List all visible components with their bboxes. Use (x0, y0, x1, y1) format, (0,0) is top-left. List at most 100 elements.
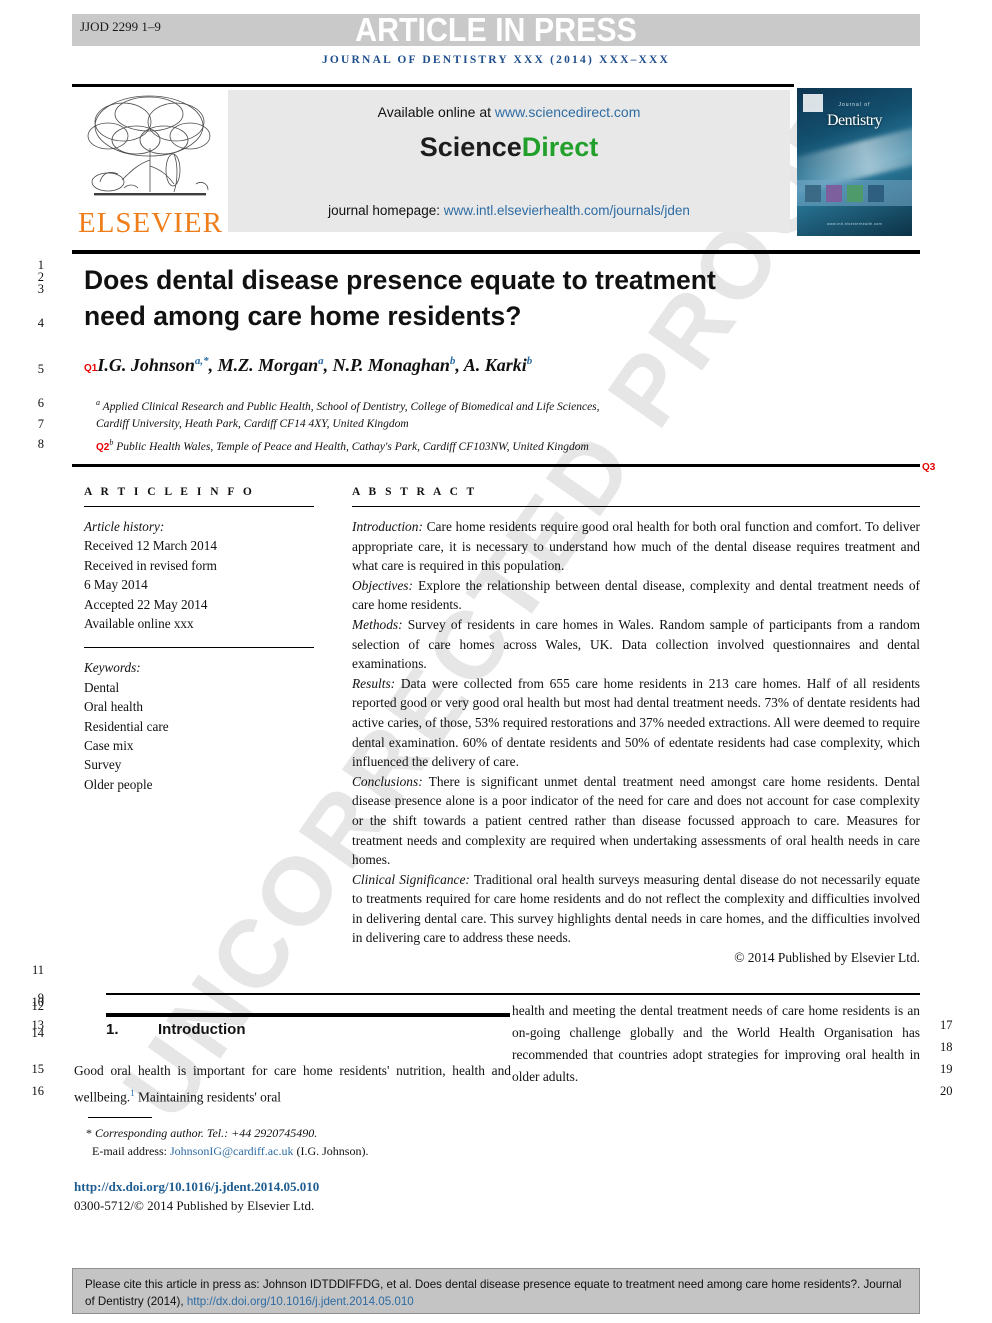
line-number: 11 (31, 963, 44, 977)
line-number: 16 (31, 1084, 45, 1098)
keyword-item: Dental (84, 679, 120, 695)
line-number: 6 (37, 396, 44, 410)
line-number: 18 (940, 1040, 953, 1054)
abstract-paragraph: Conclusions: There is significant unmet … (352, 772, 920, 870)
line-number: 14 (31, 1026, 45, 1040)
intro-thick-rule (106, 1013, 510, 1017)
abstract-top-rule (72, 464, 920, 467)
query-tag-q1[interactable]: Q1 (84, 363, 97, 374)
abstract-label: Introduction: (352, 519, 423, 534)
line-number: 15 (31, 1062, 45, 1076)
keyword-item: Oral health (84, 699, 143, 715)
journal-homepage-label: journal homepage: (328, 203, 440, 218)
article-info-column: A R T I C L E I N F O Article history: R… (84, 486, 314, 794)
keyword-item: Case mix (84, 738, 134, 754)
author-affil-mark-3: b (449, 355, 456, 367)
author-name-1: I.G. Johnson (97, 355, 195, 375)
sciencedirect-logo-direct: Direct (521, 132, 599, 162)
intro-thin-rule (106, 993, 920, 995)
cover-thumbnail-row (805, 185, 884, 202)
page-title-line-2: need among care home residents? (84, 301, 522, 331)
doi-block: http://dx.doi.org/10.1016/j.jdent.2014.0… (74, 1177, 574, 1215)
line-number: 20 (940, 1084, 953, 1098)
abstract-heading: A B S T R A C T (352, 486, 478, 498)
abstract-label: Objectives: (352, 577, 413, 593)
abstract-label: Conclusions: (352, 773, 423, 789)
sciencedirect-logo-science: Science (419, 132, 522, 162)
doi-link[interactable]: http://dx.doi.org/10.1016/j.jdent.2014.0… (74, 1177, 574, 1196)
abstract-body: Introduction: Care home residents requir… (352, 517, 920, 968)
cover-footer-url: www.intl.elsevierhealth.com (827, 222, 882, 226)
citation-text: Please cite this article in press as: Jo… (73, 1269, 919, 1310)
abstract-text: Data were collected from 655 care home r… (352, 675, 920, 770)
line-number: 17 (940, 1018, 953, 1032)
cover-thumb-4 (868, 185, 884, 202)
cover-subtitle: Journal of (838, 102, 871, 108)
page-title: Does dental disease presence equate to t… (84, 262, 784, 334)
footnote-star-mark: * (86, 1126, 92, 1140)
page-title-line-1: Does dental disease presence equate to t… (84, 265, 716, 295)
section-title: Introduction (158, 1021, 246, 1038)
line-number: 5 (37, 362, 44, 376)
corresponding-author-text: Corresponding author. Tel.: +44 29207454… (95, 1126, 318, 1140)
issn-copyright-line: 0300-5712/© 2014 Published by Elsevier L… (74, 1198, 315, 1213)
citation-box: Please cite this article in press as: Jo… (72, 1268, 920, 1314)
affiliation-b-mark: b (109, 438, 114, 447)
abstract-paragraph: Introduction: Care home residents requir… (352, 517, 920, 576)
abstract-label: Results: (352, 675, 396, 691)
cover-thumb-2 (826, 185, 842, 202)
corresponding-email-link[interactable]: JohnsonIG@cardiff.ac.uk (170, 1144, 293, 1158)
line-number: 8 (37, 437, 44, 451)
line-number: 3 (37, 282, 44, 296)
line-number: 7 (37, 417, 44, 431)
cover-title: Dentistry (826, 112, 883, 129)
affiliation-b-text: Public Health Wales, Temple of Peace and… (116, 440, 589, 453)
intro-left-text-cont: Maintaining residents' oral (134, 1089, 281, 1105)
email-suffix: (I.G. Johnson). (296, 1144, 369, 1158)
affiliation-a-line2: Cardiff University, Heath Park, Cardiff … (96, 417, 409, 430)
footnote-rule (88, 1117, 152, 1119)
journal-homepage-line: journal homepage: www.intl.elsevierhealt… (228, 203, 790, 218)
corresponding-author-footnote: * Corresponding author. Tel.: +44 292074… (86, 1124, 516, 1160)
abstract-text: Explore the relationship between dental … (352, 577, 920, 613)
available-online-label: Available online at (377, 104, 491, 120)
sciencedirect-url-link[interactable]: www.sciencedirect.com (495, 104, 641, 120)
section-number: 1. (106, 1021, 119, 1038)
line-number: 4 (37, 316, 44, 330)
email-label: E-mail address: (92, 1144, 167, 1158)
affiliation-a-mark: a (96, 398, 100, 407)
sciencedirect-logo: ScienceDirect (228, 132, 790, 163)
article-history-block: Article history: Received 12 March 2014 … (84, 517, 314, 633)
keyword-item: Residential care (84, 718, 169, 734)
available-online-line: Available online at www.sciencedirect.co… (228, 104, 790, 120)
article-in-press-banner: JJOD 2299 1–9 ARTICLE IN PRESS (72, 11, 920, 48)
article-page: UNCORRECTED PROOF JJOD 2299 1–9 ARTICLE … (0, 0, 992, 1323)
header-rule (72, 84, 794, 87)
keyword-item: Survey (84, 757, 122, 773)
author-name-2: M.Z. Morgan (217, 355, 319, 375)
citation-doi-link[interactable]: http://dx.doi.org/10.1016/j.jdent.2014.0… (187, 1295, 414, 1308)
author-affil-mark-4: b (526, 355, 533, 367)
abstract-copyright: © 2014 Published by Elsevier Ltd. (734, 950, 920, 966)
article-in-press-label: ARTICLE IN PRESS (355, 11, 637, 48)
history-item: Received 12 March 2014 (84, 538, 217, 554)
author-name-4: A. Karki (463, 355, 527, 375)
abstract-label: Methods: (352, 616, 403, 632)
article-history-label: Article history: (84, 519, 165, 534)
elsevier-wordmark: ELSEVIER (78, 207, 223, 239)
sciencedirect-banner: Available online at www.sciencedirect.co… (228, 90, 790, 232)
abstract-column: A B S T R A C T Introduction: Care home … (352, 486, 920, 968)
affiliation-b: Q2b Public Health Wales, Temple of Peace… (96, 434, 876, 456)
line-number: 12 (31, 999, 45, 1013)
title-top-rule (72, 250, 920, 254)
author-affil-mark-2: a (318, 355, 324, 367)
history-item: Received in revised form (84, 557, 217, 573)
cover-thumb-3 (847, 185, 863, 202)
abstract-paragraph: Methods: Survey of residents in care hom… (352, 615, 920, 674)
keywords-rule (84, 647, 314, 649)
keyword-item: Older people (84, 776, 153, 792)
journal-homepage-link[interactable]: www.intl.elsevierhealth.com/journals/jde… (444, 203, 690, 218)
query-tag-q2[interactable]: Q2 (96, 442, 109, 453)
query-tag-q3[interactable]: Q3 (922, 462, 935, 473)
section-heading-introduction: 1. Introduction (106, 1021, 245, 1038)
